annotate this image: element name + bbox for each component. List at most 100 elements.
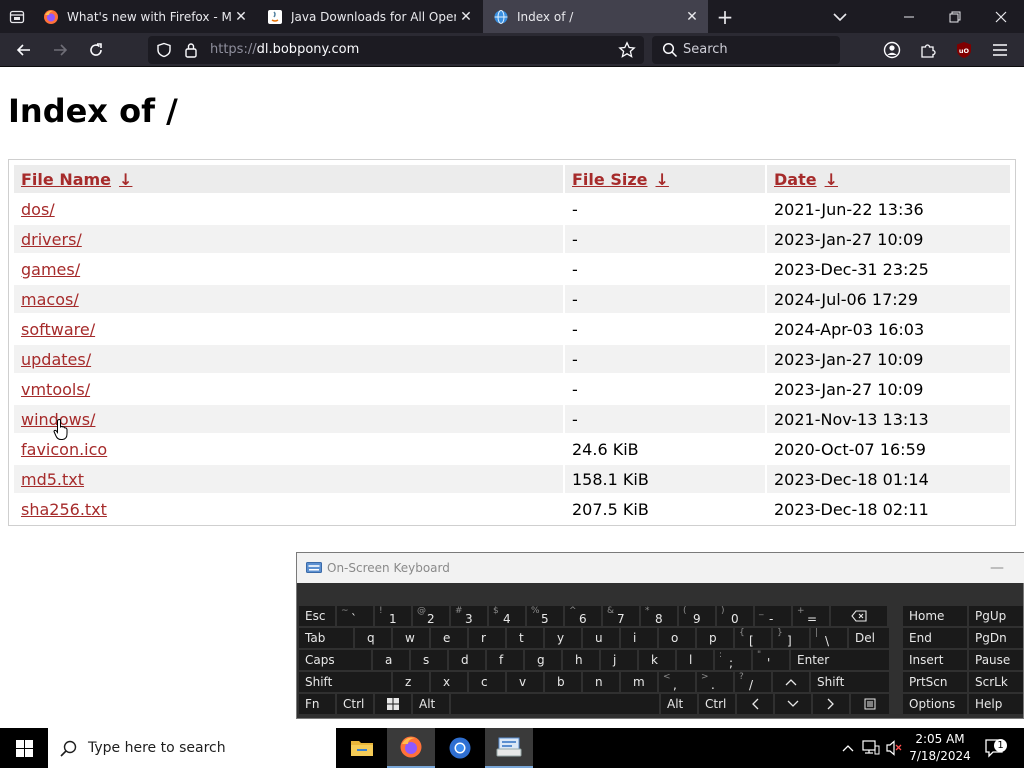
- key-options[interactable]: Options: [903, 694, 967, 714]
- key-fn[interactable]: Fn: [299, 694, 335, 714]
- key-row4-1[interactable]: x: [431, 672, 467, 692]
- key-row2-11[interactable]: }]: [773, 628, 809, 648]
- key-row3-7[interactable]: k: [639, 650, 675, 670]
- key-row3-8[interactable]: l: [677, 650, 713, 670]
- close-tab-icon[interactable]: ✕: [456, 9, 476, 25]
- key-row4-5[interactable]: n: [583, 672, 619, 692]
- file-link[interactable]: dos/: [21, 200, 55, 219]
- key-home[interactable]: Home: [903, 606, 967, 626]
- restore-window-button[interactable]: [932, 0, 978, 33]
- column-header-file-name[interactable]: File Name ↓: [14, 165, 563, 193]
- key-row2-10[interactable]: {[: [735, 628, 771, 648]
- bookmark-star-icon[interactable]: [618, 41, 636, 59]
- close-tab-icon[interactable]: ✕: [682, 9, 702, 25]
- start-button[interactable]: [0, 728, 48, 768]
- key-arrow-right[interactable]: [813, 694, 849, 714]
- key-pgup[interactable]: PgUp: [969, 606, 1023, 626]
- key-row4-3[interactable]: v: [507, 672, 543, 692]
- key-row3-1[interactable]: s: [411, 650, 447, 670]
- key-row2-1[interactable]: w: [393, 628, 429, 648]
- taskbar-on-screen-keyboard[interactable]: [485, 728, 533, 768]
- reload-button[interactable]: [83, 37, 109, 63]
- notification-center-button[interactable]: 1: [980, 728, 1010, 768]
- forward-button[interactable]: [47, 37, 73, 63]
- key-row3-2[interactable]: d: [449, 650, 485, 670]
- key-backspace[interactable]: [831, 606, 887, 626]
- search-bar[interactable]: Search: [652, 36, 840, 64]
- key-row2-0[interactable]: q: [355, 628, 391, 648]
- key-row1-10[interactable]: ) 0: [717, 606, 753, 626]
- file-link[interactable]: sha256.txt: [21, 500, 107, 519]
- key-esc[interactable]: Esc: [299, 606, 335, 626]
- key-row3-10[interactable]: " ': [753, 650, 789, 670]
- key-end[interactable]: End: [903, 628, 967, 648]
- close-tab-icon[interactable]: ✕: [231, 9, 251, 25]
- key-row1-6[interactable]: ^ 6: [565, 606, 601, 626]
- key-row1-9[interactable]: (9: [679, 606, 715, 626]
- key-row2-7[interactable]: i: [621, 628, 657, 648]
- key-prtscn[interactable]: PrtScn: [903, 672, 967, 692]
- taskbar-search-box[interactable]: Type here to search: [48, 728, 336, 768]
- osk-title-bar[interactable]: On-Screen Keyboard —: [297, 553, 1024, 583]
- tab-index-of[interactable]: Index of / ✕: [483, 0, 708, 33]
- key-ctrl-right[interactable]: Ctrl: [699, 694, 735, 714]
- sort-by-name-link[interactable]: File Name ↓: [21, 170, 132, 189]
- key-row1-5[interactable]: % 5: [527, 606, 563, 626]
- ublock-origin-button[interactable]: uO: [951, 37, 977, 63]
- key-row1-8[interactable]: * 8: [641, 606, 677, 626]
- key-row3-0[interactable]: a: [373, 650, 409, 670]
- key-row1-4[interactable]: $4: [489, 606, 525, 626]
- key-row2-12[interactable]: | \: [811, 628, 847, 648]
- key-row1-0[interactable]: ~ `: [337, 606, 373, 626]
- key-row3-9[interactable]: :;: [715, 650, 751, 670]
- key-row1-12[interactable]: + =: [793, 606, 829, 626]
- key-row2-9[interactable]: p: [697, 628, 733, 648]
- column-header-file-size[interactable]: File Size ↓: [565, 165, 765, 193]
- minimize-window-button[interactable]: [886, 0, 932, 33]
- key-row4-7[interactable]: <,: [659, 672, 695, 692]
- key-row2-3[interactable]: r: [469, 628, 505, 648]
- key-help[interactable]: Help: [969, 694, 1023, 714]
- key-row4-8[interactable]: >.: [697, 672, 733, 692]
- lock-icon[interactable]: [184, 42, 198, 58]
- osk-minimize-button[interactable]: —: [985, 556, 1009, 580]
- column-header-date[interactable]: Date ↓: [767, 165, 1010, 193]
- key-insert[interactable]: Insert: [903, 650, 967, 670]
- new-tab-button[interactable]: +: [714, 0, 736, 33]
- key-windows[interactable]: [375, 694, 411, 714]
- tab-whats-new[interactable]: What's new with Firefox - More privacy, …: [33, 0, 257, 33]
- key-alt-right[interactable]: Alt: [661, 694, 697, 714]
- key-row4-9[interactable]: ? /: [735, 672, 771, 692]
- key-arrow-up[interactable]: [773, 672, 809, 692]
- file-link[interactable]: software/: [21, 320, 95, 339]
- sort-by-size-link[interactable]: File Size ↓: [572, 170, 669, 189]
- key-caps[interactable]: Caps: [299, 650, 371, 670]
- key-row4-2[interactable]: c: [469, 672, 505, 692]
- tab-java-downloads[interactable]: Java Downloads for All Operating Systems…: [257, 0, 482, 33]
- taskbar-file-explorer[interactable]: [338, 728, 386, 768]
- key-arrow-down[interactable]: [775, 694, 811, 714]
- file-link[interactable]: favicon.ico: [21, 440, 107, 459]
- key-alt-left[interactable]: Alt: [413, 694, 449, 714]
- key-scrlk[interactable]: ScrLk: [969, 672, 1023, 692]
- app-menu-button[interactable]: [987, 37, 1013, 63]
- key-row2-6[interactable]: u: [583, 628, 619, 648]
- file-link[interactable]: drivers/: [21, 230, 82, 249]
- address-bar[interactable]: https://dl.bobpony.com: [148, 36, 644, 64]
- file-link[interactable]: md5.txt: [21, 470, 84, 489]
- key-row4-0[interactable]: z: [393, 672, 429, 692]
- key-enter[interactable]: Enter: [791, 650, 889, 670]
- list-all-tabs-button[interactable]: [828, 0, 852, 33]
- key-menu[interactable]: [851, 694, 889, 714]
- key-row1-3[interactable]: #3: [451, 606, 487, 626]
- taskbar-clock[interactable]: 2:05 AM 7/18/2024: [900, 731, 980, 765]
- key-pause[interactable]: Pause: [969, 650, 1023, 670]
- key-row2-2[interactable]: e: [431, 628, 467, 648]
- tracking-protection-shield-icon[interactable]: [156, 42, 172, 58]
- key-pgdn[interactable]: PgDn: [969, 628, 1023, 648]
- key-row1-11[interactable]: _ -: [755, 606, 791, 626]
- key-shift-left[interactable]: Shift: [299, 672, 391, 692]
- account-button[interactable]: [879, 37, 905, 63]
- taskbar-chromium-browser[interactable]: [436, 728, 484, 768]
- key-row1-1[interactable]: ! 1: [375, 606, 411, 626]
